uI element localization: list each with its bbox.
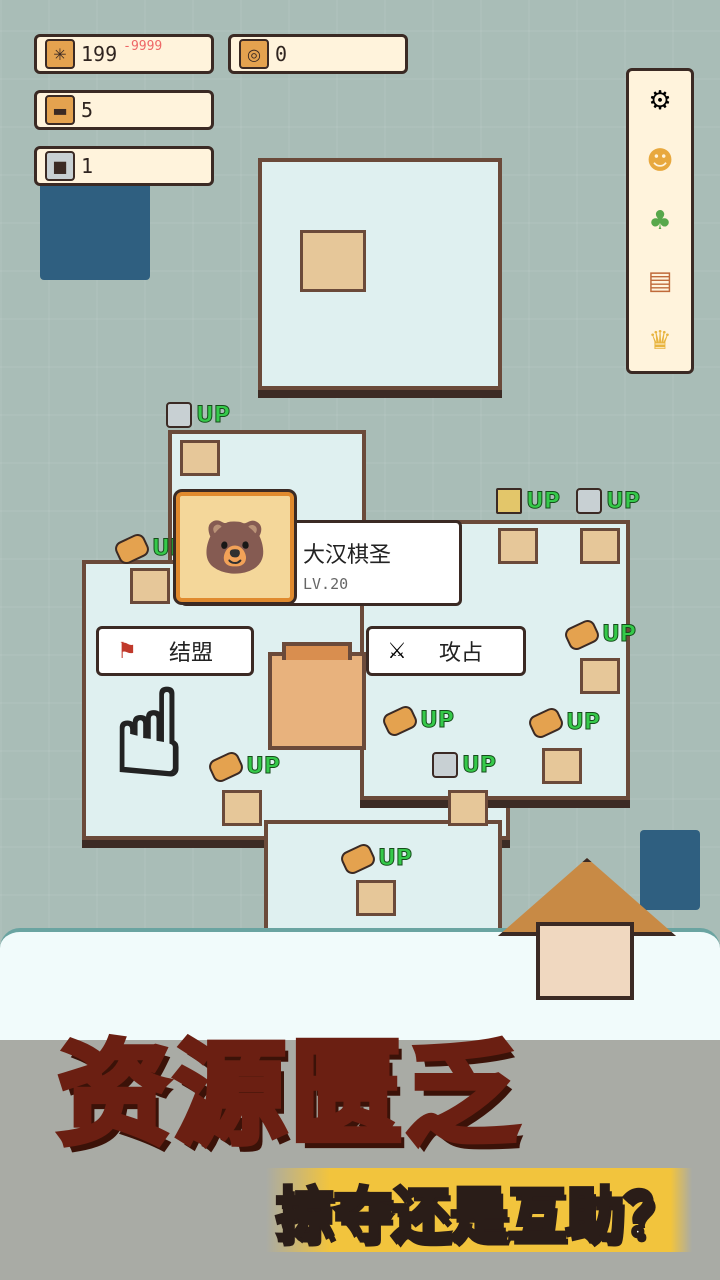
- territory-south[interactable]: [264, 820, 502, 936]
- hut[interactable]: [448, 790, 488, 826]
- barracks[interactable]: [300, 230, 366, 292]
- wood-icon: [380, 702, 420, 739]
- hut[interactable]: [580, 528, 620, 564]
- player-name: 大汉棋圣: [303, 543, 392, 568]
- settings-icon[interactable]: ⚙: [639, 80, 681, 122]
- character-head: [536, 922, 634, 1000]
- hut[interactable]: [130, 568, 170, 604]
- player-avatar[interactable]: 🐻: [176, 492, 294, 602]
- wheat-icon: [496, 488, 522, 514]
- wheat-icon: ✳: [45, 39, 75, 69]
- banner-subtitle: 掠夺还是互助？: [265, 1168, 692, 1252]
- stone-icon: [576, 488, 602, 514]
- wood-icon: [562, 616, 602, 653]
- tree-icon[interactable]: ♣: [639, 200, 681, 242]
- up-label: UP: [420, 708, 455, 734]
- upgrade-tag[interactable]: UP: [206, 748, 281, 785]
- coin-icon: ◎: [239, 39, 269, 69]
- wood-icon: [112, 530, 152, 567]
- banner-title: 资源匮乏: [55, 1004, 522, 1166]
- up-label: UP: [246, 754, 281, 780]
- up-label: UP: [566, 710, 601, 736]
- hut[interactable]: [180, 440, 220, 476]
- crossed-swords-icon: ⚔: [387, 638, 407, 664]
- up-label: UP: [606, 488, 641, 514]
- coin-resource: ◎ 0: [228, 34, 408, 74]
- hut[interactable]: [580, 658, 620, 694]
- stone-icon: [432, 752, 458, 778]
- scroll-icon[interactable]: ▤: [639, 260, 681, 302]
- wood-value: 5: [81, 98, 94, 122]
- upgrade-tag[interactable]: UP: [496, 488, 561, 514]
- upgrade-tag[interactable]: UP: [338, 840, 413, 877]
- up-label: UP: [602, 622, 637, 648]
- up-label: UP: [462, 752, 497, 778]
- wheat-value: 199: [81, 42, 118, 66]
- stone-icon: [166, 402, 192, 428]
- wood-resource: ▬ 5: [34, 90, 214, 130]
- upgrade-tag[interactable]: UP: [576, 488, 641, 514]
- wheat-delta: -9999: [123, 39, 163, 54]
- title-part2: 匮乏: [287, 1027, 522, 1163]
- pointer-hand-icon: ☝: [111, 664, 187, 806]
- stone-icon: ■: [45, 151, 75, 181]
- player-level: LV.20: [303, 575, 349, 593]
- hut[interactable]: [542, 748, 582, 784]
- wood-icon: ▬: [45, 95, 75, 125]
- side-menu: ⚙ ☻ ♣ ▤ ♛: [626, 68, 694, 374]
- up-label: UP: [526, 488, 561, 514]
- character-icon[interactable]: ☻: [639, 140, 681, 182]
- upgrade-tag[interactable]: UP: [380, 702, 455, 739]
- stone-value: 1: [81, 154, 94, 178]
- stone-resource: ■ 1: [34, 146, 214, 186]
- attack-button[interactable]: ⚔ 攻占: [366, 626, 526, 676]
- hut[interactable]: [222, 790, 262, 826]
- wood-icon: [338, 840, 378, 877]
- title-part1: 资源: [55, 1027, 290, 1163]
- wood-icon: [206, 748, 246, 785]
- coin-value: 0: [275, 42, 288, 66]
- upgrade-tag[interactable]: UP: [432, 752, 497, 778]
- upgrade-tag[interactable]: UP: [526, 704, 601, 741]
- lake: [640, 830, 700, 910]
- up-label: UP: [378, 846, 413, 872]
- wood-icon: [526, 704, 566, 741]
- palace[interactable]: [268, 642, 366, 750]
- territory-north[interactable]: [258, 158, 502, 390]
- attack-label: 攻占: [439, 641, 484, 666]
- upgrade-tag[interactable]: UP: [166, 402, 231, 428]
- upgrade-tag[interactable]: UP: [562, 616, 637, 653]
- wheat-resource: ✳ 199 -9999: [34, 34, 214, 74]
- trophy-icon[interactable]: ♛: [639, 320, 681, 362]
- up-label: UP: [196, 402, 231, 428]
- hut[interactable]: [356, 880, 396, 916]
- hut[interactable]: [498, 528, 538, 564]
